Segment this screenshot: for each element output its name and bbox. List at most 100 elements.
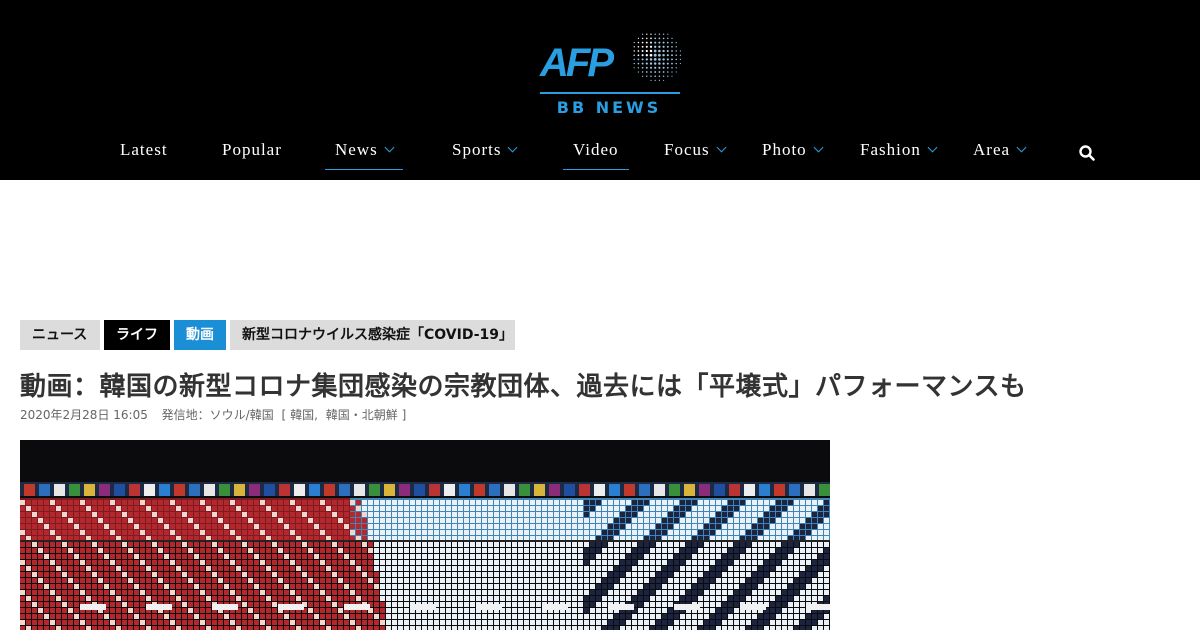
card-section-pixel (104, 512, 109, 517)
nav-item-photo[interactable]: Photo (762, 140, 824, 164)
nav-item-latest[interactable]: Latest (120, 140, 168, 164)
card-section-pixel (74, 500, 79, 505)
card-section-pixel (458, 590, 463, 595)
card-section-pixel (158, 548, 163, 553)
card-section-pixel (506, 596, 511, 601)
card-section-pixel (446, 506, 451, 511)
card-section-pixel (722, 608, 727, 613)
globe-dot (649, 49, 653, 53)
card-section-pixel (266, 596, 271, 601)
card-section-pixel (758, 518, 763, 523)
card-section-pixel (734, 524, 739, 529)
region-link-korea[interactable]: 韓国 (290, 408, 314, 422)
tag-news[interactable]: ニュース (20, 320, 100, 350)
card-section-pixel (542, 548, 547, 553)
card-section-pixel (224, 548, 229, 553)
card-section-pixel (386, 512, 391, 517)
card-section-pixel (704, 566, 709, 571)
card-section-pixel (50, 566, 55, 571)
card-section-pixel (458, 506, 463, 511)
card-section-pixel (194, 500, 199, 505)
card-section-pixel (32, 572, 37, 577)
card-section-pixel (140, 620, 145, 625)
card-section-pixel (176, 554, 181, 559)
card-section-pixel (86, 566, 91, 571)
card-section-pixel (278, 530, 283, 535)
card-section-pixel (110, 614, 115, 619)
card-section-pixel (548, 512, 553, 517)
card-section-pixel (224, 500, 229, 505)
card-section-pixel (284, 572, 289, 577)
tag-covid-19[interactable]: 新型コロナウイルス感染症「COVID-19」 (230, 320, 515, 350)
card-section-pixel (116, 590, 121, 595)
card-section-pixel (146, 572, 151, 577)
card-section-pixel (218, 512, 223, 517)
search-button[interactable] (1078, 144, 1096, 162)
card-section-pixel (752, 572, 757, 577)
card-section-pixel (116, 614, 121, 619)
stadium-flag (459, 484, 470, 496)
card-section-pixel (266, 566, 271, 571)
tag-video[interactable]: 動画 (174, 320, 226, 350)
region-link-korea-north-korea[interactable]: 韓国・北朝鮮 (326, 408, 398, 422)
card-section-pixel (710, 626, 715, 630)
card-section-pixel (626, 554, 631, 559)
card-section-pixel (158, 530, 163, 535)
card-section-pixel (530, 530, 535, 535)
article-video-thumbnail[interactable] (20, 440, 830, 630)
globe-dot (666, 62, 669, 65)
card-section-pixel (776, 620, 781, 625)
nav-item-video[interactable]: Video (563, 140, 628, 170)
card-section-pixel (602, 608, 607, 613)
card-section-pixel (452, 572, 457, 577)
stadium-flag (399, 484, 410, 496)
card-section-pixel (734, 518, 739, 523)
nav-item-fashion[interactable]: Fashion (860, 140, 938, 164)
nav-item-focus[interactable]: Focus (664, 140, 727, 164)
card-section-pixel (800, 572, 805, 577)
card-section-pixel (290, 584, 295, 589)
card-section-pixel (374, 614, 379, 619)
card-section-pixel (404, 584, 409, 589)
card-section-pixel (188, 596, 193, 601)
card-section-pixel (278, 578, 283, 583)
card-section-pixel (68, 626, 73, 630)
card-section-pixel (152, 506, 157, 511)
card-section-pixel (482, 578, 487, 583)
card-section-pixel (686, 560, 691, 565)
card-section-pixel (140, 566, 145, 571)
card-section-pixel (692, 614, 697, 619)
card-section-pixel (578, 620, 583, 625)
card-section-pixel (428, 620, 433, 625)
nav-item-news[interactable]: News (325, 140, 403, 170)
card-section-pixel (482, 626, 487, 630)
card-section-pixel (554, 518, 559, 523)
nav-item-popular[interactable]: Popular (222, 140, 282, 164)
card-section-pixel (332, 518, 337, 523)
card-section-pixel (398, 602, 403, 607)
nav-item-area[interactable]: Area (973, 140, 1027, 164)
card-section-pixel (344, 566, 349, 571)
card-section-pixel (746, 578, 751, 583)
card-section-pixel (584, 500, 589, 505)
card-section-pixel (374, 560, 379, 565)
card-section-pixel (98, 626, 103, 630)
card-section-pixel (548, 578, 553, 583)
card-section-pixel (56, 578, 61, 583)
card-section-pixel (200, 602, 205, 607)
card-section-pixel (548, 584, 553, 589)
card-section-pixel (734, 512, 739, 517)
tag-life[interactable]: ライフ (104, 320, 170, 350)
afp-bb-news-logo[interactable]: AFP BB NEWS (538, 28, 684, 118)
card-section-pixel (170, 626, 175, 630)
card-section-pixel (398, 506, 403, 511)
card-section-pixel (440, 566, 445, 571)
card-section-pixel (446, 608, 451, 613)
card-section-pixel (452, 548, 457, 553)
card-section-pixel (572, 566, 577, 571)
nav-item-sports[interactable]: Sports (452, 140, 518, 164)
card-section-pixel (56, 590, 61, 595)
card-section-pixel (608, 578, 613, 583)
card-section-pixel (62, 530, 67, 535)
card-section-pixel (152, 584, 157, 589)
